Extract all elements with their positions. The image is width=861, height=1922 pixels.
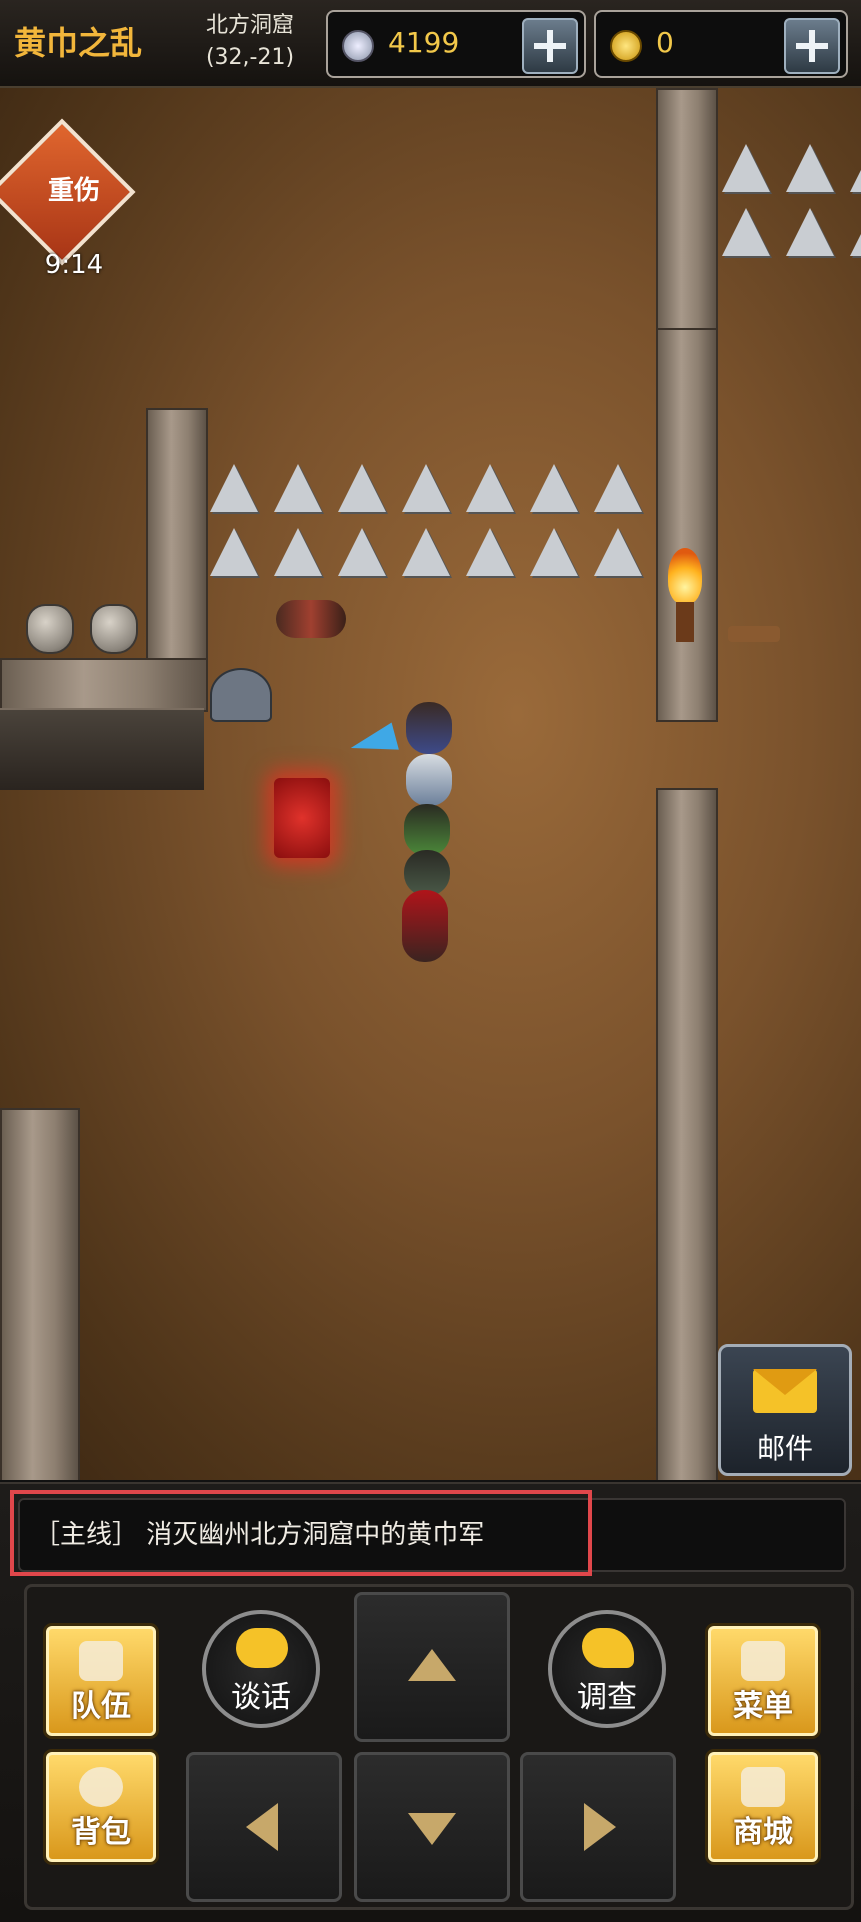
wooden-log [728,626,780,642]
quest-text: ［主线］ 消灭幽州北方洞窟中的黄巾军 [34,1520,485,1550]
investigate-button[interactable]: 调查 [548,1610,666,1728]
dpad-right-button[interactable] [520,1752,676,1902]
silver-amount: 4199 [388,26,460,59]
dpad-up-button[interactable] [354,1592,510,1742]
fallen-soldier[interactable] [276,600,346,638]
bag-button[interactable]: 背包 [46,1752,156,1862]
mail-label: 邮件 [756,1432,813,1465]
add-silver-button[interactable] [522,18,578,74]
location-coords: (32,-21) [205,45,295,70]
dpad-left-button[interactable] [186,1752,342,1902]
silver-coin-icon [342,30,374,62]
spike-trap-field [206,458,646,578]
menu-button[interactable]: 菜单 [708,1626,818,1736]
rock-wall [656,328,718,722]
silver-currency: 4199 [326,10,586,78]
control-panel: ［主线］ 消灭幽州北方洞窟中的黄巾军 队伍 背包 谈话 调查 菜单 商城 [0,1482,861,1922]
gold-coin-icon [610,30,642,62]
talk-label: 谈话 [231,1680,291,1715]
party-member[interactable] [404,804,450,856]
red-banner-event[interactable] [274,778,330,858]
arrow-down-icon [408,1813,456,1845]
dpad-down-button[interactable] [354,1752,510,1902]
rock-wall [146,408,208,672]
game-map[interactable] [0,88,861,1480]
team-label: 队伍 [71,1689,131,1724]
bag-icon [79,1767,123,1807]
party-leader[interactable] [402,890,448,962]
location-name: 北方洞窟 [205,13,294,38]
spike-trap-field [718,138,861,258]
add-gold-button[interactable] [784,18,840,74]
gear-mechanism[interactable] [210,668,272,722]
shop-label: 商城 [733,1815,793,1850]
menu-label: 菜单 [733,1689,793,1724]
chapter-title: 黄巾之乱 [14,24,143,62]
shop-button[interactable]: 商城 [708,1752,818,1862]
bag-label: 背包 [71,1815,131,1850]
talk-button[interactable]: 谈话 [202,1610,320,1728]
arrow-left-icon [246,1803,278,1851]
rock-ledge-top [0,658,208,712]
location-info: 北方洞窟 (32,-21) [180,10,320,74]
rock-wall [656,788,718,1480]
clay-pot[interactable] [90,604,138,654]
team-flag-icon [79,1641,123,1681]
arrow-right-icon [584,1803,616,1851]
arrow-up-icon [408,1649,456,1681]
party-member[interactable] [406,702,452,754]
investigate-label: 调查 [577,1680,637,1715]
shop-building-icon [741,1767,785,1807]
speech-bubble-icon [236,1628,288,1668]
gold-currency: 0 [594,10,848,78]
clay-pot[interactable] [26,604,74,654]
top-bar: 黄巾之乱 北方洞窟 (32,-21) 4199 0 [0,0,861,88]
hand-icon [582,1628,634,1668]
palace-icon [741,1641,785,1681]
status-effect-label: 重伤 [47,176,100,206]
direction-arrow-icon [347,722,399,762]
rock-ledge [0,708,204,790]
rock-wall [656,88,718,332]
rock-wall [0,1108,80,1480]
mail-button[interactable]: 邮件 [718,1344,852,1476]
envelope-icon [753,1369,817,1413]
status-effect-timer: 9:14 [44,250,104,280]
gold-amount: 0 [656,26,674,59]
team-button[interactable]: 队伍 [46,1626,156,1736]
party-member[interactable] [406,754,452,806]
